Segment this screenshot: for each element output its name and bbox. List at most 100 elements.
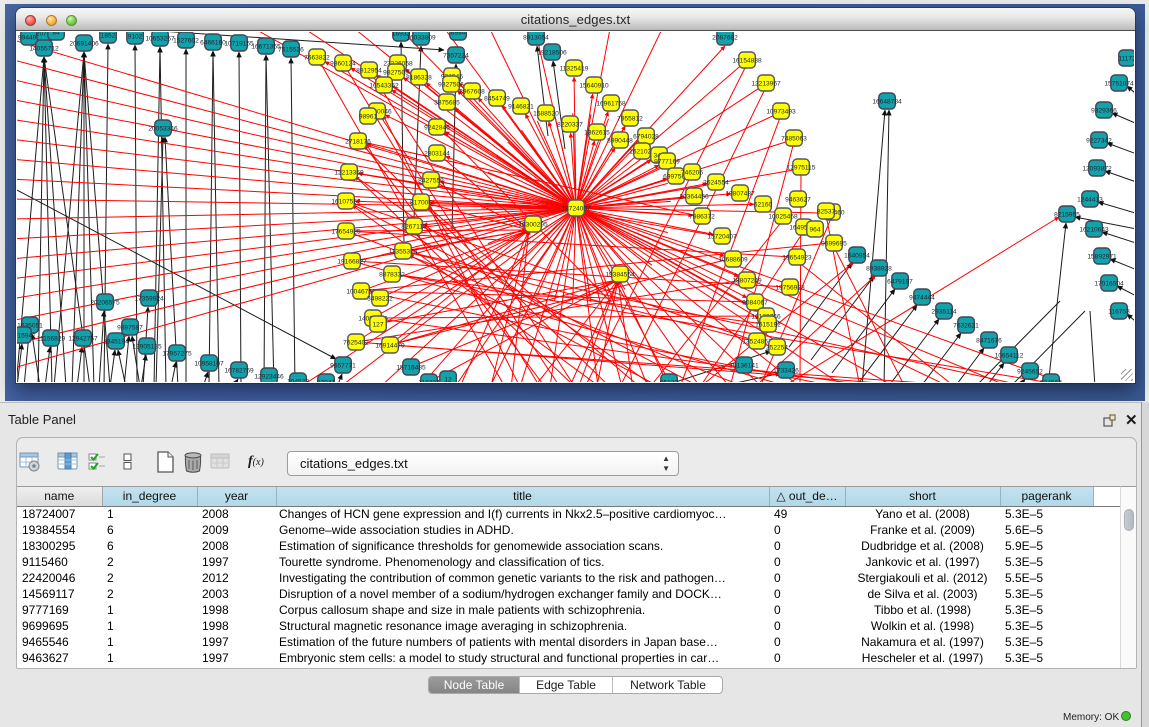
svg-text:1244413: 1244413 <box>1077 196 1103 203</box>
svg-text:15751074: 15751074 <box>1104 80 1134 87</box>
svg-text:95132: 95132 <box>660 379 679 382</box>
svg-text:104523: 104523 <box>287 378 309 382</box>
svg-text:8215955: 8215955 <box>1054 211 1080 218</box>
svg-text:15640910: 15640910 <box>579 82 609 89</box>
svg-text:964: 964 <box>809 226 820 233</box>
svg-text:16648784: 16648784 <box>872 98 902 105</box>
svg-text:10688609: 10688609 <box>718 256 748 263</box>
svg-text:8220337: 8220337 <box>557 121 583 128</box>
svg-text:16033809: 16033809 <box>406 34 436 41</box>
svg-text:10654112: 10654112 <box>995 352 1024 359</box>
svg-text:7485063: 7485063 <box>781 135 807 142</box>
svg-text:8813054: 8813054 <box>523 34 549 41</box>
svg-text:7515526: 7515526 <box>278 46 304 53</box>
svg-text:18807249: 18807249 <box>732 277 762 284</box>
svg-text:9102: 9102 <box>128 33 143 40</box>
svg-text:19166827: 19166827 <box>337 258 367 265</box>
svg-text:118234: 118234 <box>418 379 440 382</box>
svg-text:9084067: 9084067 <box>742 299 768 306</box>
svg-text:9242845: 9242845 <box>424 124 450 131</box>
svg-text:8454749: 8454749 <box>484 95 510 102</box>
svg-text:116753: 116753 <box>1108 308 1130 315</box>
svg-text:17654925: 17654925 <box>331 228 361 235</box>
svg-text:16543362: 16543362 <box>369 82 399 89</box>
svg-text:15720407: 15720407 <box>707 233 737 240</box>
svg-text:1733426: 1733426 <box>773 367 799 374</box>
svg-text:10807487: 10807487 <box>725 190 755 197</box>
svg-text:2718176: 2718176 <box>345 138 371 145</box>
svg-text:8186328: 8186328 <box>406 74 432 81</box>
svg-text:19654923: 19654923 <box>782 254 812 261</box>
svg-text:11325419: 11325419 <box>560 65 589 72</box>
svg-text:16914479: 16914479 <box>375 342 405 349</box>
svg-text:17957275: 17957275 <box>162 350 192 357</box>
svg-text:1615192: 1615192 <box>755 321 781 328</box>
svg-text:9657771: 9657771 <box>330 362 356 369</box>
svg-text:8427552: 8427552 <box>418 177 444 184</box>
svg-text:82537: 82537 <box>817 208 836 215</box>
svg-text:20053346: 20053346 <box>148 125 178 132</box>
svg-text:1852: 1852 <box>101 32 116 39</box>
svg-text:9227342: 9227342 <box>1086 137 1112 144</box>
svg-text:1345194: 1345194 <box>103 338 129 345</box>
svg-text:9777169: 9777169 <box>654 158 680 165</box>
svg-text:15892971: 15892971 <box>1087 253 1117 260</box>
svg-text:12213369: 12213369 <box>334 169 364 176</box>
svg-text:817006: 817006 <box>410 199 432 206</box>
svg-text:12: 12 <box>444 376 452 382</box>
svg-text:7357224: 7357224 <box>443 52 469 59</box>
svg-text:8938928: 8938928 <box>866 265 892 272</box>
svg-text:3624554: 3624554 <box>703 179 729 186</box>
svg-text:84: 84 <box>52 32 60 36</box>
svg-text:11355394: 11355394 <box>389 248 418 255</box>
svg-text:20206575: 20206575 <box>90 299 120 306</box>
svg-text:2803144: 2803144 <box>424 150 450 157</box>
svg-text:9463627: 9463627 <box>785 196 811 203</box>
svg-text:98961: 98961 <box>359 113 378 120</box>
svg-text:9474444: 9474444 <box>909 294 935 301</box>
svg-text:7632621: 7632621 <box>953 322 979 329</box>
svg-text:12975115: 12975115 <box>787 164 816 171</box>
svg-text:2087682: 2087682 <box>712 34 738 41</box>
svg-text:8990448: 8990448 <box>607 137 633 144</box>
svg-text:11172: 11172 <box>1118 55 1134 62</box>
svg-text:924565: 924565 <box>1040 379 1062 382</box>
svg-text:746206: 746206 <box>681 169 703 176</box>
svg-text:127: 127 <box>372 321 383 328</box>
svg-text:3498222: 3498222 <box>367 295 393 302</box>
svg-text:15136141: 15136141 <box>729 362 759 369</box>
svg-text:11156829: 11156829 <box>37 335 66 342</box>
svg-text:9860124: 9860124 <box>330 60 356 67</box>
svg-text:10025458: 10025458 <box>768 213 798 220</box>
svg-text:1527602: 1527602 <box>173 37 199 44</box>
svg-text:12905135: 12905135 <box>132 343 162 350</box>
svg-text:3875685: 3875685 <box>434 99 460 106</box>
svg-text:252254: 252254 <box>766 344 788 351</box>
svg-text:15716485: 15716485 <box>396 364 426 371</box>
svg-text:19218506: 19218506 <box>537 49 567 56</box>
svg-text:6794028: 6794028 <box>633 133 659 140</box>
svg-text:7986372: 7986372 <box>689 213 715 220</box>
svg-text:9327506: 9327506 <box>438 81 464 88</box>
svg-text:19384554: 19384554 <box>605 271 635 278</box>
svg-text:10958107: 10958107 <box>194 360 224 367</box>
svg-text:10719155: 10719155 <box>224 40 254 47</box>
svg-text:3915941: 3915941 <box>17 332 36 339</box>
svg-text:6479197: 6479197 <box>887 278 913 285</box>
svg-text:12942757: 12942757 <box>68 335 98 342</box>
svg-text:1362615: 1362615 <box>584 129 610 136</box>
svg-text:19756928: 19756928 <box>775 284 805 291</box>
svg-text:7625402: 7625402 <box>343 339 369 346</box>
svg-text:9245652: 9245652 <box>1017 368 1043 375</box>
svg-text:8912954: 8912954 <box>356 67 382 74</box>
svg-text:18300295: 18300295 <box>518 221 548 228</box>
svg-text:18724007: 18724007 <box>561 205 591 212</box>
svg-text:2967608: 2967608 <box>459 88 485 95</box>
svg-text:9897587: 9897587 <box>117 324 143 331</box>
svg-text:16154838: 16154838 <box>732 57 762 64</box>
svg-text:16961758: 16961758 <box>596 100 626 107</box>
svg-text:16671355: 16671355 <box>251 43 281 50</box>
svg-text:10973493: 10973493 <box>766 108 796 115</box>
svg-text:17359924: 17359924 <box>134 295 164 302</box>
svg-text:7955812: 7955812 <box>617 115 643 122</box>
